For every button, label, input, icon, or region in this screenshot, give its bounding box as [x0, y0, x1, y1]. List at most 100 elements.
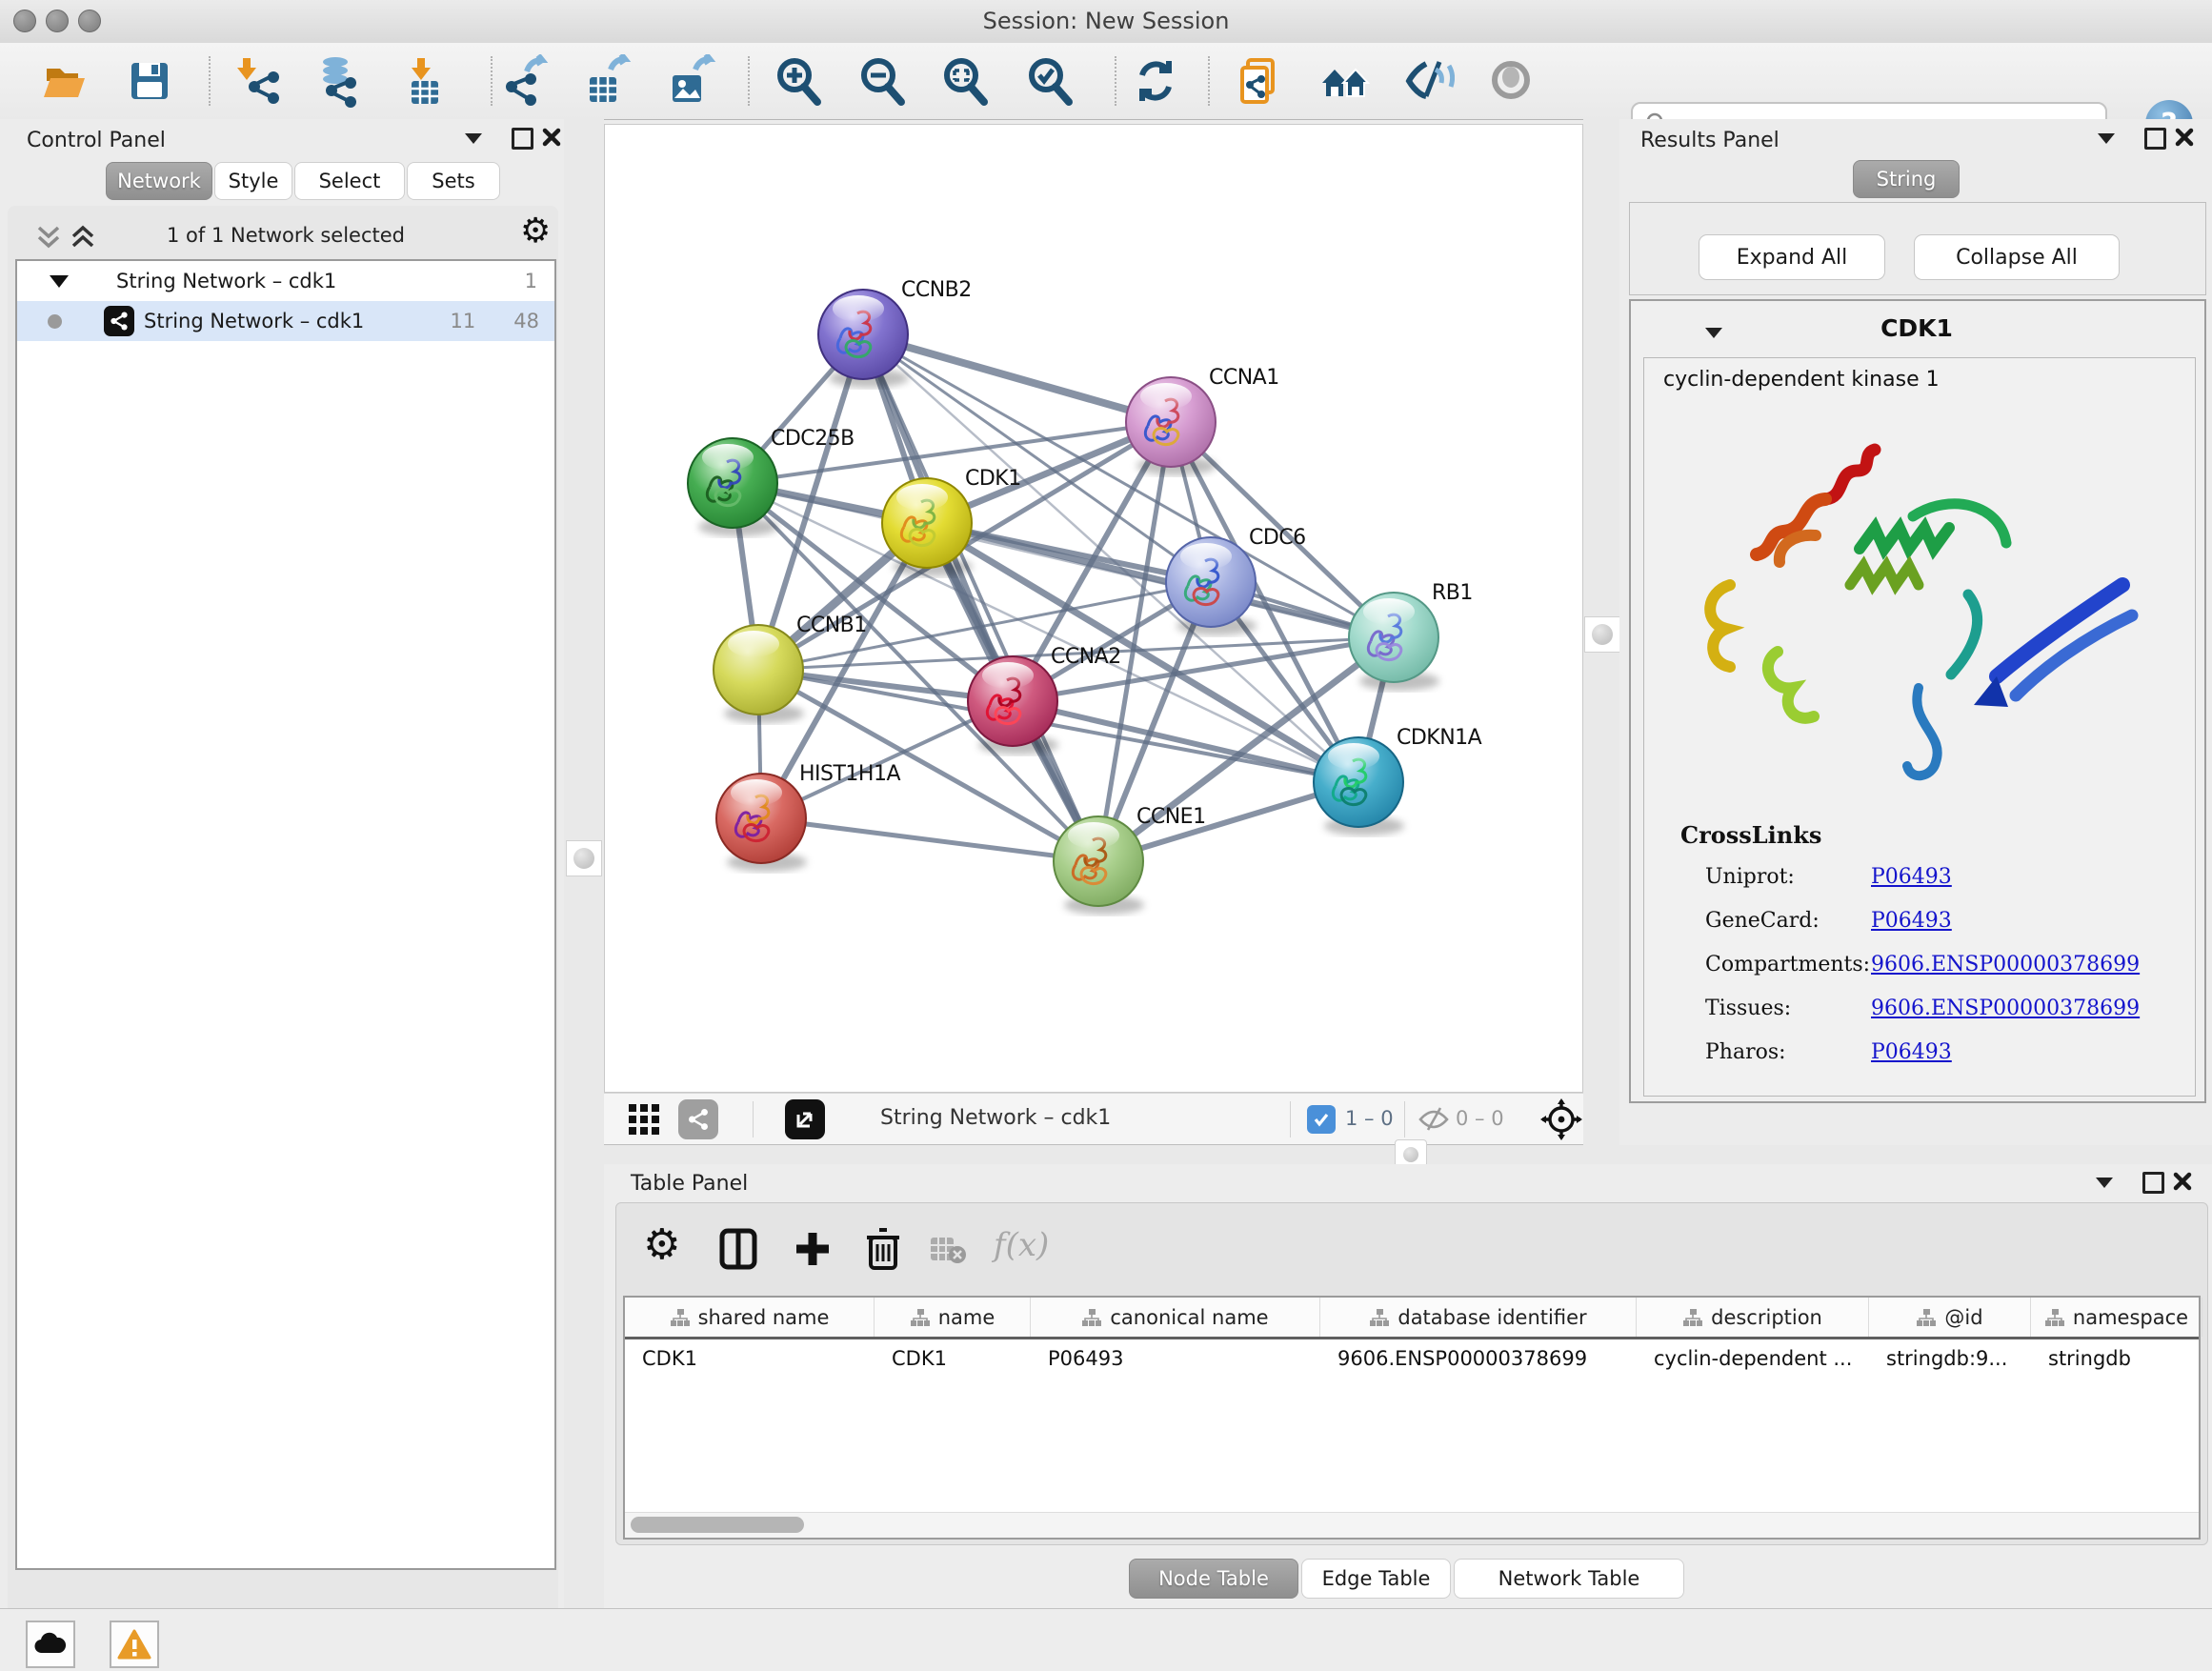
column-header-canonical-name[interactable]: canonical name: [1031, 1298, 1320, 1337]
cdk1-expander-icon[interactable]: [1705, 328, 1722, 338]
export-network-icon[interactable]: [496, 52, 553, 110]
tab-network[interactable]: Network: [106, 162, 212, 200]
column-header-database-identifier[interactable]: database identifier: [1320, 1298, 1637, 1337]
maximize-panel-icon[interactable]: [2144, 128, 2166, 150]
tab-style[interactable]: Style: [214, 162, 292, 200]
export-image-icon[interactable]: [661, 52, 718, 110]
detach-view-icon[interactable]: [785, 1099, 825, 1139]
crosslink-link[interactable]: P06493: [1871, 909, 1952, 933]
birds-eye-target-icon[interactable]: [1539, 1097, 1583, 1141]
cloud-button[interactable]: [26, 1621, 75, 1668]
network-row[interactable]: String Network – cdk1 11 48: [17, 301, 554, 341]
tab-network-table[interactable]: Network Table: [1454, 1559, 1684, 1599]
save-session-icon[interactable]: [121, 52, 178, 110]
collection-expander-icon[interactable]: [50, 275, 69, 288]
column-header-shared-name[interactable]: shared name: [625, 1298, 875, 1337]
horizontal-scrollbar[interactable]: [625, 1512, 2199, 1538]
column-label: database identifier: [1398, 1306, 1586, 1329]
refresh-icon[interactable]: [1127, 52, 1184, 110]
crosslink-row: Tissues:9606.ENSP00000378699: [1644, 989, 2197, 1033]
control-panel-title: Control Panel: [27, 129, 166, 152]
table-row[interactable]: CDK1CDK1P064939606.ENSP00000378699cyclin…: [625, 1339, 2199, 1378]
crosslink-link[interactable]: 9606.ENSP00000378699: [1871, 997, 2140, 1020]
open-session-icon[interactable]: [36, 52, 93, 110]
edge-hist1h1a-ccne1[interactable]: [761, 818, 1098, 861]
edge-ccnb2-ccna1[interactable]: [863, 334, 1171, 422]
result-gene-name: CDK1: [1774, 314, 2060, 342]
table-cell: 9606.ENSP00000378699: [1320, 1339, 1637, 1378]
expand-all-button[interactable]: Expand All: [1699, 234, 1885, 280]
clone-network-icon[interactable]: [1231, 52, 1288, 110]
table-panel-title: Table Panel: [631, 1172, 748, 1196]
network-canvas[interactable]: CCNB2CCNA1CDC25BCDK1CDC6RB1CCNB1CCNA2CDK…: [604, 124, 1583, 1093]
close-panel-icon[interactable]: [541, 127, 562, 148]
tab-string[interactable]: String: [1853, 160, 1960, 198]
horizontal-splitter[interactable]: [604, 1145, 2212, 1164]
left-splitter-handle[interactable]: [566, 840, 602, 876]
float-panel-icon[interactable]: [2096, 1178, 2113, 1188]
right-splitter-handle[interactable]: [1584, 616, 1620, 653]
function-builder-icon: f(x): [994, 1226, 1049, 1264]
crosslink-row: Compartments:9606.ENSP00000378699: [1644, 945, 2197, 989]
expand-all-icon[interactable]: [69, 222, 101, 252]
table-cell: cyclin-dependent ...: [1637, 1339, 1869, 1378]
float-panel-icon[interactable]: [2098, 133, 2115, 144]
import-network-icon[interactable]: [230, 52, 287, 110]
network-view-share-icon[interactable]: [678, 1099, 718, 1139]
homes-icon[interactable]: [1317, 52, 1374, 110]
cdk1-result-box: CDK1 cyclin-dependent kinase 1: [1629, 299, 2206, 1103]
scrollbar-thumb[interactable]: [631, 1517, 804, 1533]
node-label-hist1h1a: HIST1H1A: [799, 762, 900, 786]
export-table-icon[interactable]: [578, 52, 635, 110]
tab-edge-table[interactable]: Edge Table: [1301, 1559, 1451, 1599]
warning-button[interactable]: [110, 1621, 159, 1668]
close-panel-icon[interactable]: [2174, 127, 2195, 148]
network-collection-row[interactable]: String Network – cdk1 1: [17, 261, 554, 301]
zoom-fit-icon[interactable]: [936, 52, 994, 110]
import-database-icon[interactable]: [309, 52, 366, 110]
toolbar-separator: [748, 56, 750, 106]
tab-select[interactable]: Select: [294, 162, 405, 200]
column-header-namespace[interactable]: namespace: [2031, 1298, 2202, 1337]
tab-sets[interactable]: Sets: [407, 162, 500, 200]
column-header-name[interactable]: name: [875, 1298, 1031, 1337]
left-splitter[interactable]: [564, 119, 604, 1608]
render-detail-icon[interactable]: [1482, 52, 1539, 110]
main-toolbar: ?: [0, 43, 2212, 120]
add-column-icon[interactable]: [790, 1226, 835, 1272]
table-gear-icon[interactable]: ⚙: [643, 1224, 680, 1266]
network-type-icon: [104, 306, 134, 336]
zoom-in-icon[interactable]: [770, 52, 827, 110]
network-view-toolbar: String Network – cdk1 1 – 0 0 – 0: [604, 1093, 1583, 1145]
edge-cdk1-rb1[interactable]: [927, 523, 1394, 637]
import-table-icon[interactable]: [396, 52, 453, 110]
network-node-count: 11: [451, 310, 476, 332]
current-network-dot-icon: [48, 314, 62, 329]
column-header-description[interactable]: description: [1637, 1298, 1869, 1337]
maximize-panel-icon[interactable]: [512, 128, 533, 150]
network-view-title: String Network – cdk1: [880, 1106, 1111, 1130]
show-columns-icon[interactable]: [715, 1226, 761, 1272]
hide-graphics-icon[interactable]: [1399, 52, 1457, 110]
crosslink-link[interactable]: 9606.ENSP00000378699: [1871, 953, 2140, 976]
result-description: cyclin-dependent kinase 1: [1663, 368, 1940, 392]
maximize-panel-icon[interactable]: [2142, 1172, 2164, 1194]
node-table[interactable]: shared namenamecanonical name database id…: [623, 1296, 2201, 1540]
zoom-selected-icon[interactable]: [1021, 52, 1078, 110]
right-splitter[interactable]: [1583, 119, 1619, 1145]
crosslink-link[interactable]: P06493: [1871, 1040, 1952, 1064]
network-graph[interactable]: CCNB2CCNA1CDC25BCDK1CDC6RB1CCNB1CCNA2CDK…: [605, 125, 1582, 1092]
node-label-ccne1: CCNE1: [1136, 805, 1206, 829]
network-options-gear-icon[interactable]: ⚙: [520, 214, 551, 249]
tab-node-table[interactable]: Node Table: [1129, 1559, 1298, 1599]
crosslink-link[interactable]: P06493: [1871, 865, 1952, 889]
selected-nodes-checkbox-icon[interactable]: [1307, 1105, 1336, 1134]
close-panel-icon[interactable]: [2172, 1171, 2193, 1192]
collapse-all-icon[interactable]: [34, 222, 67, 252]
grid-view-icon[interactable]: [625, 1101, 663, 1137]
zoom-out-icon[interactable]: [854, 52, 911, 110]
collapse-all-button[interactable]: Collapse All: [1914, 234, 2120, 280]
float-panel-icon[interactable]: [465, 133, 482, 144]
column-header--id[interactable]: @id: [1869, 1298, 2031, 1337]
delete-column-icon[interactable]: [860, 1224, 906, 1274]
